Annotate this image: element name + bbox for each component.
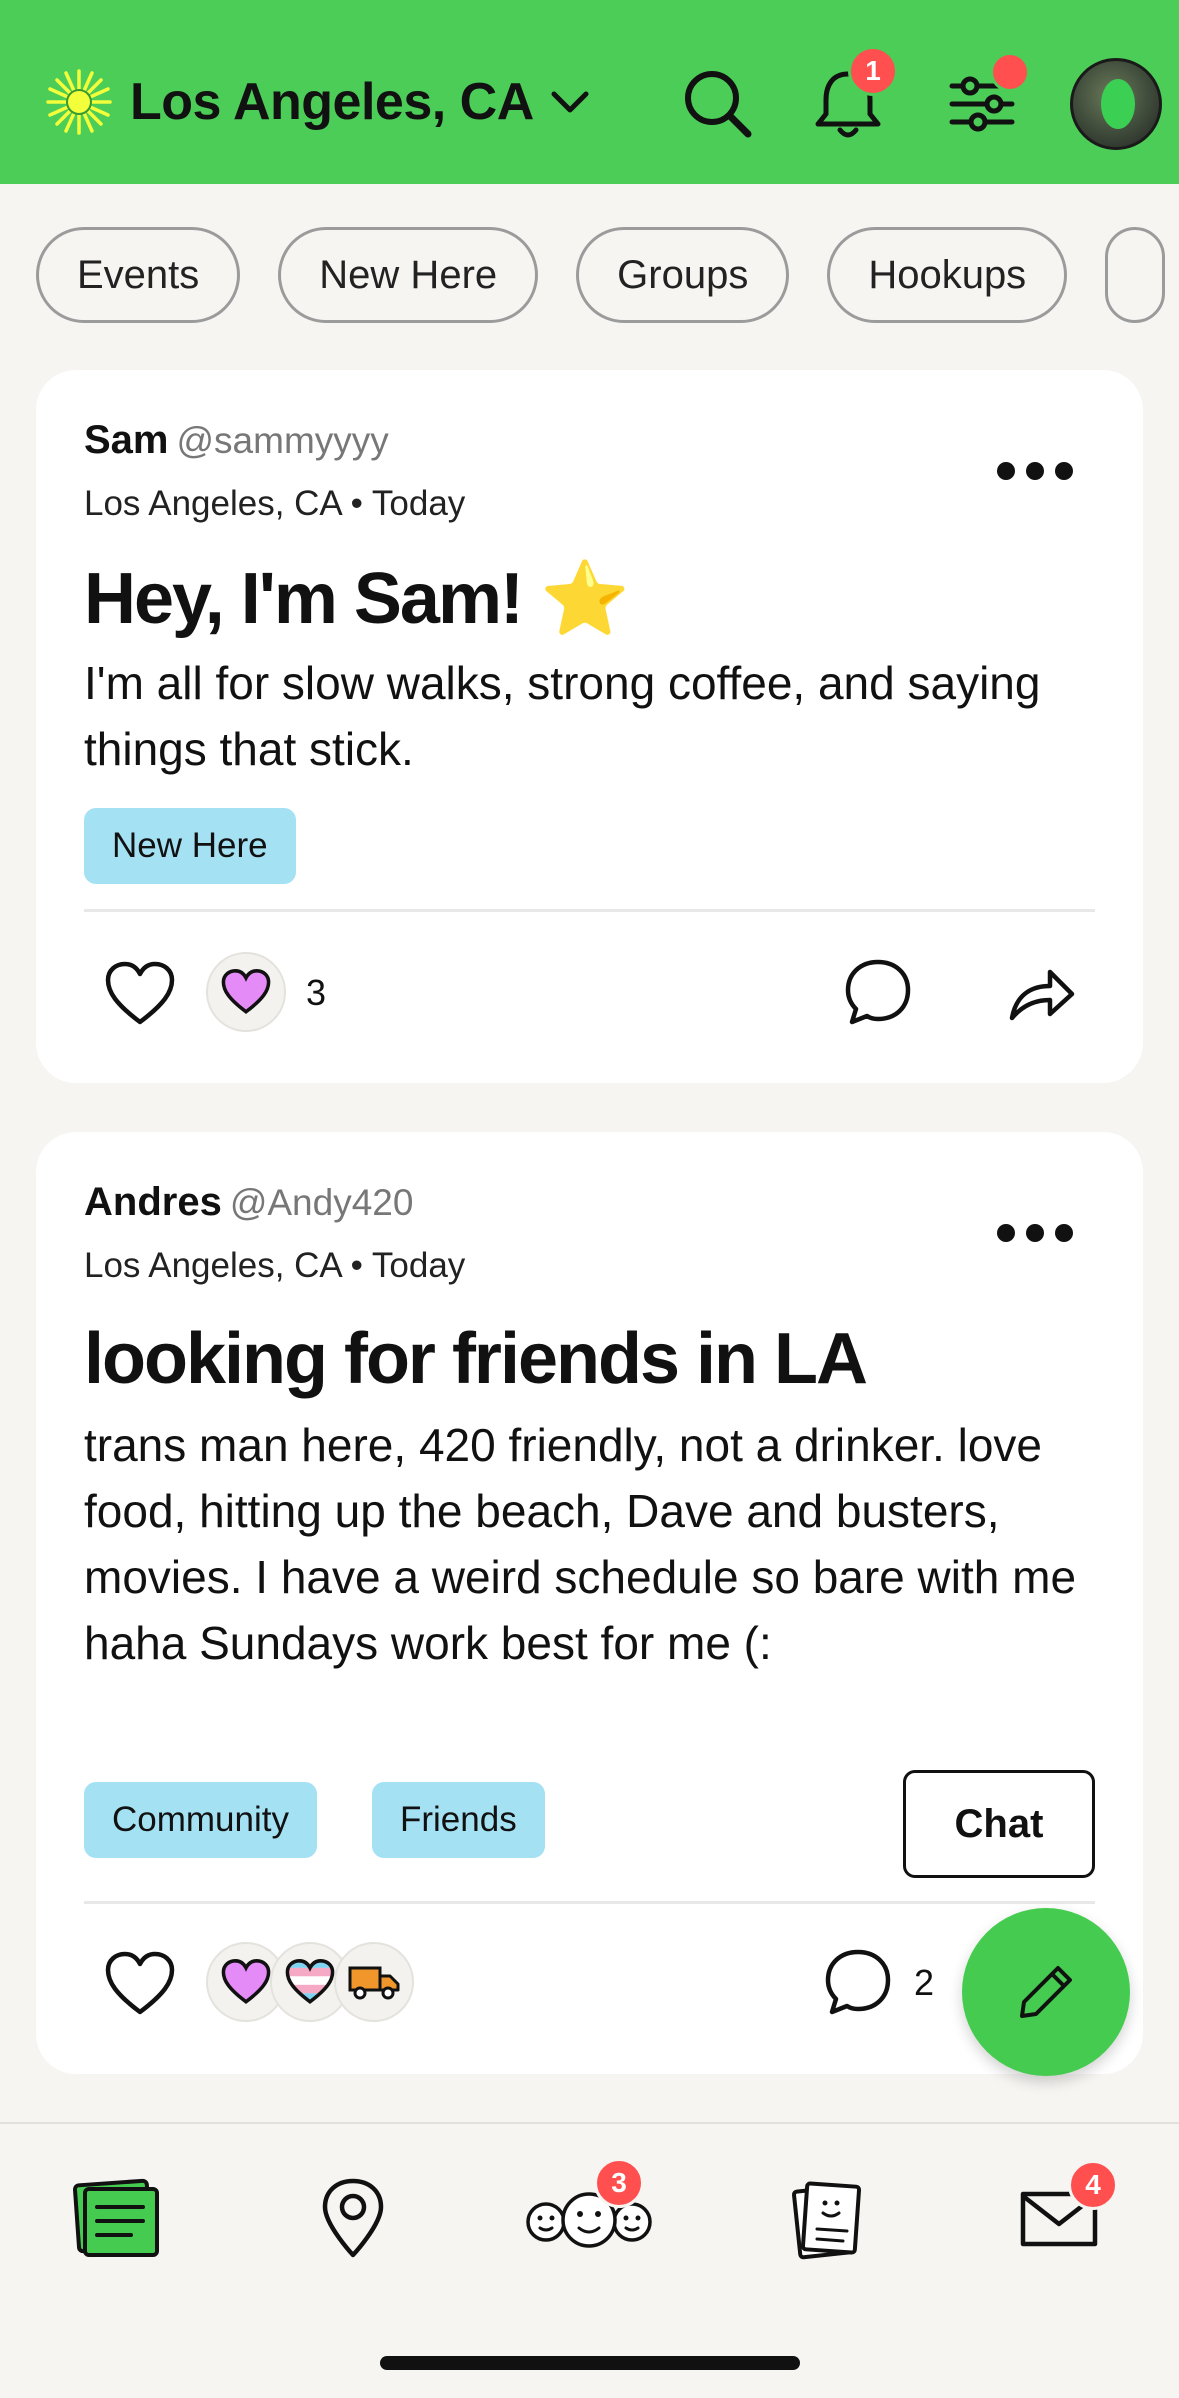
post-author: Andres @Andy420 [84, 1180, 413, 1225]
category-chips: Events New Here Groups Hookups [36, 227, 1166, 323]
purple-heart-icon [206, 952, 286, 1032]
more-options-icon[interactable] [997, 1224, 1073, 1244]
post-tag[interactable]: Friends [372, 1782, 545, 1858]
heart-icon[interactable] [104, 960, 176, 1028]
feed-icon [72, 2178, 159, 2257]
search-icon[interactable] [676, 56, 756, 146]
location-selector[interactable]: Los Angeles, CA [44, 62, 594, 142]
post-tag[interactable]: New Here [84, 808, 296, 884]
nav-messages[interactable]: 4 [1004, 2160, 1118, 2274]
post-card[interactable]: Andres @Andy420 Los Angeles, CA • Today l… [36, 1132, 1143, 2074]
post-meta: Los Angeles, CA • Today [84, 484, 466, 523]
author-name: Sam [84, 418, 169, 462]
sun-icon [46, 69, 112, 135]
avatar[interactable] [1070, 58, 1162, 150]
share-icon[interactable] [1006, 960, 1078, 1028]
filters-button[interactable] [942, 52, 1030, 146]
post-title: looking for friends in LA [84, 1319, 868, 1399]
chip-hookups[interactable]: Hookups [827, 227, 1068, 323]
divider [84, 909, 1095, 912]
post-body: trans man here, 420 friendly, not a drin… [84, 1419, 1077, 1669]
author-name: Andres [84, 1180, 222, 1224]
author-handle: @Andy420 [229, 1182, 414, 1223]
more-options-icon[interactable] [997, 462, 1073, 482]
chevron-down-icon [551, 91, 589, 113]
messages-badge: 4 [1068, 2160, 1118, 2210]
nav-people[interactable]: 3 [524, 2158, 654, 2274]
post-body: I'm all for slow walks, strong coffee, a… [84, 657, 1041, 775]
reactions[interactable] [206, 1942, 414, 2022]
nav-feed[interactable] [62, 2164, 172, 2274]
divider [84, 1901, 1095, 1904]
comment-icon[interactable] [822, 1946, 894, 2018]
nav-profiles[interactable] [772, 2164, 882, 2274]
chip-events[interactable]: Events [36, 227, 241, 323]
reaction-count: 3 [306, 972, 327, 1013]
map-pin-icon [322, 2178, 384, 2258]
chip-new-here[interactable]: New Here [278, 227, 539, 323]
post-meta: Los Angeles, CA • Today [84, 1246, 466, 1285]
post-card[interactable]: Sam @sammyyyy Los Angeles, CA • Today Hey… [36, 370, 1143, 1083]
pencil-icon [1020, 1966, 1072, 2018]
chip-groups[interactable]: Groups [576, 227, 790, 323]
notifications-button[interactable]: 1 [808, 46, 898, 146]
compose-button[interactable] [962, 1908, 1130, 2076]
comment-icon[interactable] [842, 956, 914, 1028]
location-label: Los Angeles, CA [130, 73, 534, 131]
chat-button[interactable]: Chat [903, 1770, 1095, 1878]
comment-count: 2 [914, 1962, 935, 2003]
notification-badge: 1 [848, 46, 898, 96]
filters-dot-badge [990, 52, 1030, 92]
reactions[interactable] [206, 952, 286, 1032]
chip-more[interactable] [1105, 227, 1166, 323]
profile-cards-icon [791, 2181, 862, 2260]
home-indicator[interactable] [380, 2356, 800, 2370]
post-author: Sam @sammyyyy [84, 418, 389, 463]
post-title: Hey, I'm Sam! ⭐ [84, 559, 630, 639]
nav-map[interactable] [298, 2164, 408, 2274]
people-badge: 3 [594, 2158, 644, 2208]
post-tag[interactable]: Community [84, 1782, 317, 1858]
top-bar: Los Angeles, CA 1 [0, 0, 1179, 184]
heart-icon[interactable] [104, 1950, 176, 2018]
author-handle: @sammyyyy [176, 420, 389, 461]
truck-icon [334, 1942, 414, 2022]
